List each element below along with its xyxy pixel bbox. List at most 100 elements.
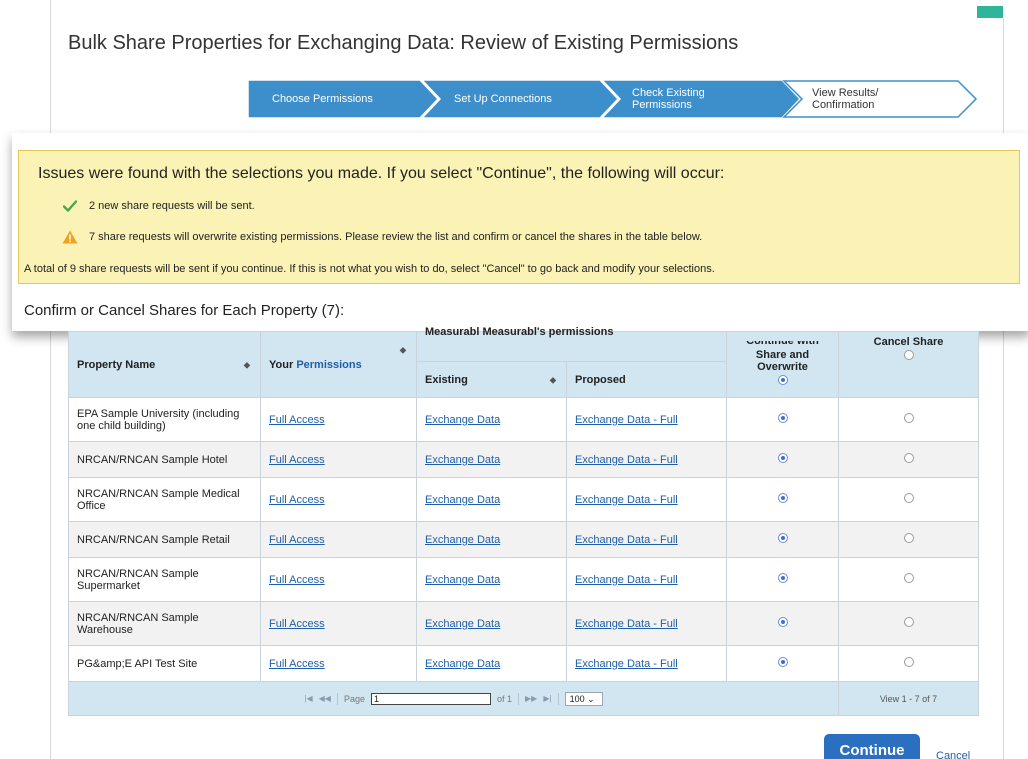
next-page-icon[interactable]: ▶▶ xyxy=(525,694,537,703)
your-permission-link[interactable]: Full Access xyxy=(269,414,325,426)
table-row: PG&amp;E API Test Site Full Access Excha… xyxy=(68,645,979,682)
table-row: NRCAN/RNCAN Sample Supermarket Full Acce… xyxy=(68,557,979,602)
cell-property-name: PG&amp;E API Test Site xyxy=(68,645,261,682)
existing-permission-link[interactable]: Exchange Data xyxy=(425,574,500,586)
check-icon xyxy=(61,200,79,212)
header-label: Your xyxy=(269,358,294,371)
existing-permission-link[interactable]: Exchange Data xyxy=(425,618,500,630)
continue-radio[interactable] xyxy=(777,453,788,463)
header-label: Overwrite xyxy=(757,361,808,373)
your-permission-link[interactable]: Full Access xyxy=(269,618,325,630)
col-header-property-name[interactable]: Property Name ◆ xyxy=(68,331,261,398)
existing-permission-link[interactable]: Exchange Data xyxy=(425,414,500,426)
table-row: NRCAN/RNCAN Sample Retail Full Access Ex… xyxy=(68,521,979,558)
header-label: Cancel Share xyxy=(873,336,944,348)
rows-per-page-select[interactable]: 100 ⌄ xyxy=(564,691,603,706)
page-number-input[interactable]: 1 xyxy=(371,692,491,705)
cancel-radio[interactable] xyxy=(903,657,914,667)
cell-property-name: NRCAN/RNCAN Sample Hotel xyxy=(68,441,261,478)
select-all-cancel-radio[interactable] xyxy=(903,350,914,360)
banner-heading: Issues were found with the selections yo… xyxy=(38,165,725,182)
permissions-help-link[interactable]: Permissions xyxy=(296,359,361,371)
last-page-icon[interactable]: ▶| xyxy=(543,694,551,703)
col-header-existing[interactable]: Existing ◆ xyxy=(416,361,567,398)
table-row: NRCAN/RNCAN Sample Medical Office Full A… xyxy=(68,477,979,522)
continue-button[interactable]: Continue xyxy=(824,734,920,759)
continue-radio[interactable] xyxy=(777,617,788,627)
banner-item-new-requests: 2 new share requests will be sent. xyxy=(61,200,255,212)
prev-page-icon[interactable]: ◀◀ xyxy=(319,694,331,703)
sort-icon[interactable]: ◆ xyxy=(400,346,406,355)
continue-radio[interactable] xyxy=(777,493,788,503)
content-right-border xyxy=(1003,18,1004,759)
sort-icon[interactable]: ◆ xyxy=(550,375,556,384)
wizard-step-choose-permissions[interactable]: Choose Permissions xyxy=(272,80,412,118)
existing-permission-link[interactable]: Exchange Data xyxy=(425,658,500,670)
pager: |◀ ◀◀ Page 1 of 1 ▶▶ ▶| 100 ⌄ xyxy=(68,681,839,716)
col-header-proposed: Proposed xyxy=(566,361,727,398)
your-permission-link[interactable]: Full Access xyxy=(269,454,325,466)
feedback-tab[interactable] xyxy=(977,6,1003,18)
sort-icon[interactable]: ◆ xyxy=(244,360,250,369)
cell-property-name: EPA Sample University (including one chi… xyxy=(68,397,261,442)
col-header-continue: Continue with Share and Overwrite xyxy=(726,331,839,398)
col-header-cancel-share: Cancel Share xyxy=(838,331,979,398)
proposed-permission-link[interactable]: Exchange Data - Full xyxy=(575,414,678,426)
shares-table: Property Name ◆ Your Permissions ◆ Measu… xyxy=(68,326,979,716)
proposed-permission-link[interactable]: Exchange Data - Full xyxy=(575,454,678,466)
banner-item-text: 2 new share requests will be sent. xyxy=(89,200,255,212)
cancel-link[interactable]: Cancel xyxy=(936,750,970,759)
page-title: Bulk Share Properties for Exchanging Dat… xyxy=(68,32,739,54)
pager-separator xyxy=(557,692,559,705)
cancel-radio[interactable] xyxy=(903,533,914,543)
existing-permission-link[interactable]: Exchange Data xyxy=(425,454,500,466)
wizard-step-check-existing-permissions[interactable]: Check Existing Permissions xyxy=(632,80,722,118)
proposed-permission-link[interactable]: Exchange Data - Full xyxy=(575,494,678,506)
continue-radio[interactable] xyxy=(777,533,788,543)
header-label: Measurabl Measurabl's permissions xyxy=(425,326,614,338)
wizard-step-set-up-connections[interactable]: Set Up Connections xyxy=(454,80,594,118)
your-permission-link[interactable]: Full Access xyxy=(269,574,325,586)
page-count-label: of 1 xyxy=(497,693,513,704)
your-permission-link[interactable]: Full Access xyxy=(269,658,325,670)
warning-icon xyxy=(61,230,79,244)
existing-permission-link[interactable]: Exchange Data xyxy=(425,534,500,546)
table-row: NRCAN/RNCAN Sample Warehouse Full Access… xyxy=(68,601,979,646)
rows-per-page-value: 100 xyxy=(569,693,585,704)
cancel-radio[interactable] xyxy=(903,493,914,503)
header-label: Property Name xyxy=(77,358,156,371)
select-all-continue-radio[interactable] xyxy=(777,375,788,385)
continue-radio[interactable] xyxy=(777,657,788,667)
cancel-radio[interactable] xyxy=(903,453,914,463)
view-count: View 1 - 7 of 7 xyxy=(838,681,979,716)
cancel-radio[interactable] xyxy=(903,413,914,423)
first-page-icon[interactable]: |◀ xyxy=(304,694,312,703)
proposed-permission-link[interactable]: Exchange Data - Full xyxy=(575,658,678,670)
banner-item-overwrite: 7 share requests will overwrite existing… xyxy=(61,230,702,244)
proposed-permission-link[interactable]: Exchange Data - Full xyxy=(575,534,678,546)
header-label: Proposed xyxy=(575,373,626,386)
pager-separator xyxy=(336,692,338,705)
pager-row: |◀ ◀◀ Page 1 of 1 ▶▶ ▶| 100 ⌄ View 1 - 7… xyxy=(68,681,979,716)
cell-property-name: NRCAN/RNCAN Sample Supermarket xyxy=(68,557,261,602)
proposed-permission-link[interactable]: Exchange Data - Full xyxy=(575,574,678,586)
cell-property-name: NRCAN/RNCAN Sample Retail xyxy=(68,521,261,558)
col-header-your-permissions[interactable]: Your Permissions ◆ xyxy=(260,331,417,398)
issue-banner: Issues were found with the selections yo… xyxy=(18,150,1020,284)
existing-permission-link[interactable]: Exchange Data xyxy=(425,494,500,506)
cancel-radio[interactable] xyxy=(903,573,914,583)
header-label: Continue with xyxy=(746,341,819,347)
table-row: EPA Sample University (including one chi… xyxy=(68,397,979,442)
continue-radio[interactable] xyxy=(777,573,788,583)
banner-item-text: 7 share requests will overwrite existing… xyxy=(89,231,703,243)
section-title: Confirm or Cancel Shares for Each Proper… xyxy=(24,302,345,319)
page-label: Page xyxy=(343,693,365,704)
proposed-permission-link[interactable]: Exchange Data - Full xyxy=(575,618,678,630)
cancel-radio[interactable] xyxy=(903,617,914,627)
your-permission-link[interactable]: Full Access xyxy=(269,534,325,546)
cell-property-name: NRCAN/RNCAN Sample Warehouse xyxy=(68,601,261,646)
header-label: Share and xyxy=(755,349,810,361)
your-permission-link[interactable]: Full Access xyxy=(269,494,325,506)
continue-radio[interactable] xyxy=(777,413,788,423)
content-left-border xyxy=(50,0,51,759)
